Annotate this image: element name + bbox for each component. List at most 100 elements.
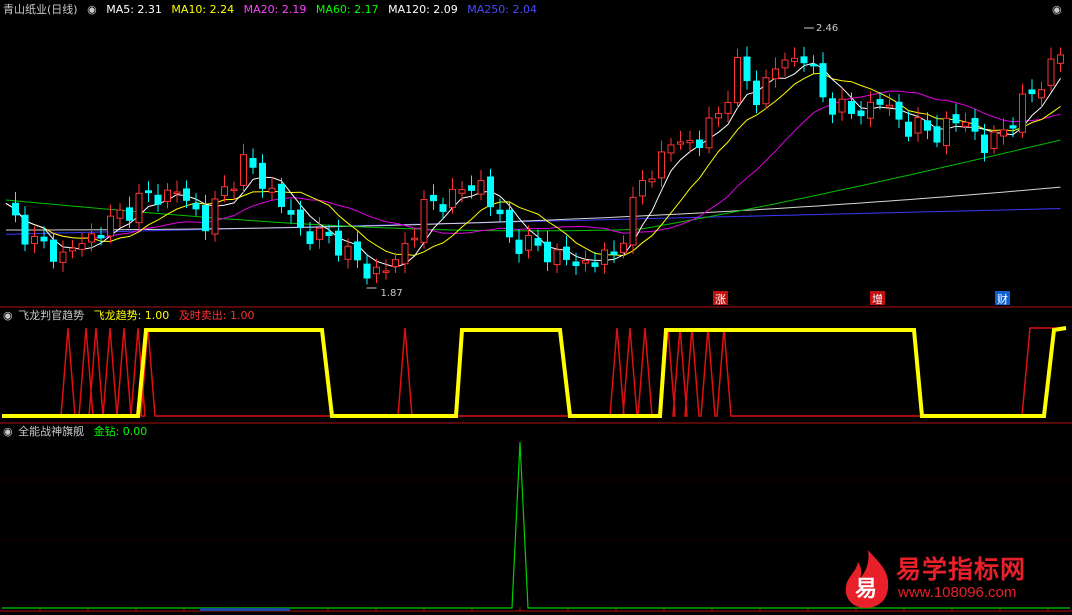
candle-body [88, 233, 95, 243]
candle-body [202, 205, 209, 232]
candle-body [753, 80, 760, 106]
candle-body [952, 114, 960, 124]
candle-body [107, 215, 114, 237]
candle-body [724, 101, 732, 114]
candle-body [40, 236, 48, 242]
candle-body [382, 270, 390, 273]
panel3-toggle-icon[interactable]: ◉ [3, 425, 13, 438]
candle-body [696, 139, 703, 149]
candle-body [762, 77, 770, 105]
candle-body [12, 202, 19, 216]
candle-body [1057, 54, 1064, 64]
ma10-label: MA10: 2.24 [171, 3, 235, 16]
candle-body [667, 144, 675, 154]
candle-body [496, 209, 504, 215]
candle-body [135, 192, 143, 224]
candle-body [943, 117, 950, 147]
candle-body [534, 238, 542, 246]
candle-body [354, 241, 361, 261]
candle-body [477, 180, 485, 195]
logo-char: 易 [855, 577, 877, 602]
candle-body [829, 98, 836, 115]
candle-body [126, 207, 133, 221]
candle-body [259, 162, 266, 189]
candle-body [848, 100, 855, 114]
candle-body [468, 185, 475, 191]
candle-body [591, 262, 599, 267]
candle-body [335, 230, 342, 256]
candle-body [420, 199, 428, 243]
candle-body [544, 241, 551, 263]
event-marker-0: 涨 [715, 293, 726, 306]
candle-body [430, 194, 437, 202]
candle-body [981, 134, 988, 153]
candle-body [97, 234, 105, 239]
candle-body [791, 57, 798, 62]
stock-title[interactable]: 青山纸业(日线) [3, 3, 78, 16]
candle-body [21, 214, 29, 245]
candle-body [629, 196, 637, 246]
candle-body [1000, 129, 1007, 137]
candle-body [59, 251, 67, 263]
candle-body [810, 63, 817, 67]
panel2-header: ◉ 飞龙判官趋势 飞龙趋势: 1.00 及时卖出: 1.00 [3, 309, 261, 323]
collapse-icon[interactable]: ◉ [1052, 3, 1062, 17]
watermark: 易 易学指标网 www.108096.com [838, 548, 1068, 610]
candle-body [895, 101, 903, 120]
candle-body [686, 139, 694, 144]
candle-body [572, 261, 580, 267]
candle-body [278, 183, 285, 207]
candle-body [924, 120, 931, 131]
candle-body [439, 204, 447, 212]
gold-diamond-label: 金钻: 0.00 [93, 425, 148, 438]
candle-body [886, 104, 893, 108]
panel2-title[interactable]: 飞龙判官趋势 [18, 309, 84, 322]
ma60-label: MA60: 2.17 [315, 3, 379, 16]
candle-body [69, 247, 76, 252]
candle-body [249, 157, 257, 168]
candle-body [392, 259, 399, 268]
candle-body [31, 235, 38, 245]
high-price-label: 2.46 [816, 23, 838, 34]
candle-body [648, 178, 656, 183]
candle-body [857, 110, 865, 117]
panel3-header: ◉ 全能战神旗舰 金钻: 0.00 [3, 425, 153, 439]
candle-body [800, 56, 808, 64]
chart-window: { "main": { "title": "青山纸业(日线)", "indica… [0, 0, 1072, 615]
watermark-title: 易学指标网 [896, 555, 1027, 584]
candle-body [553, 249, 561, 266]
candle-body [316, 227, 323, 240]
candle-body [772, 68, 779, 80]
candle-body [164, 189, 171, 202]
candle-body [914, 117, 922, 134]
candle-body [962, 121, 969, 128]
feilong-trend-line [2, 326, 1067, 418]
candle-body [297, 209, 304, 229]
panel3-title[interactable]: 全能战神旗舰 [18, 425, 84, 438]
candle-body [515, 239, 523, 254]
candle-body [905, 121, 912, 137]
candle-body [116, 209, 124, 219]
candle-body [173, 191, 181, 194]
candle-body [506, 209, 513, 238]
candle-body [743, 56, 751, 82]
candle-body [658, 151, 665, 179]
chart-canvas: 2.46 1.87 涨 增 财 [0, 23, 1072, 612]
candle-body [610, 251, 618, 255]
candle-body [363, 263, 371, 279]
toggle-circle-icon[interactable]: ◉ [87, 3, 97, 16]
candle-body [268, 187, 276, 193]
candle-body [677, 141, 684, 145]
candle-body [230, 188, 238, 192]
candle-body [344, 245, 352, 260]
panel2-toggle-icon[interactable]: ◉ [3, 309, 13, 322]
candle-body [401, 243, 409, 265]
candle-body [734, 56, 741, 104]
candle-body [1019, 93, 1026, 133]
candle-body [715, 112, 722, 119]
candle-body [287, 210, 295, 215]
candle-body [838, 98, 846, 113]
candle-body [325, 231, 333, 236]
ma60-line [5, 139, 1061, 232]
ma20-label: MA20: 2.19 [243, 3, 307, 16]
